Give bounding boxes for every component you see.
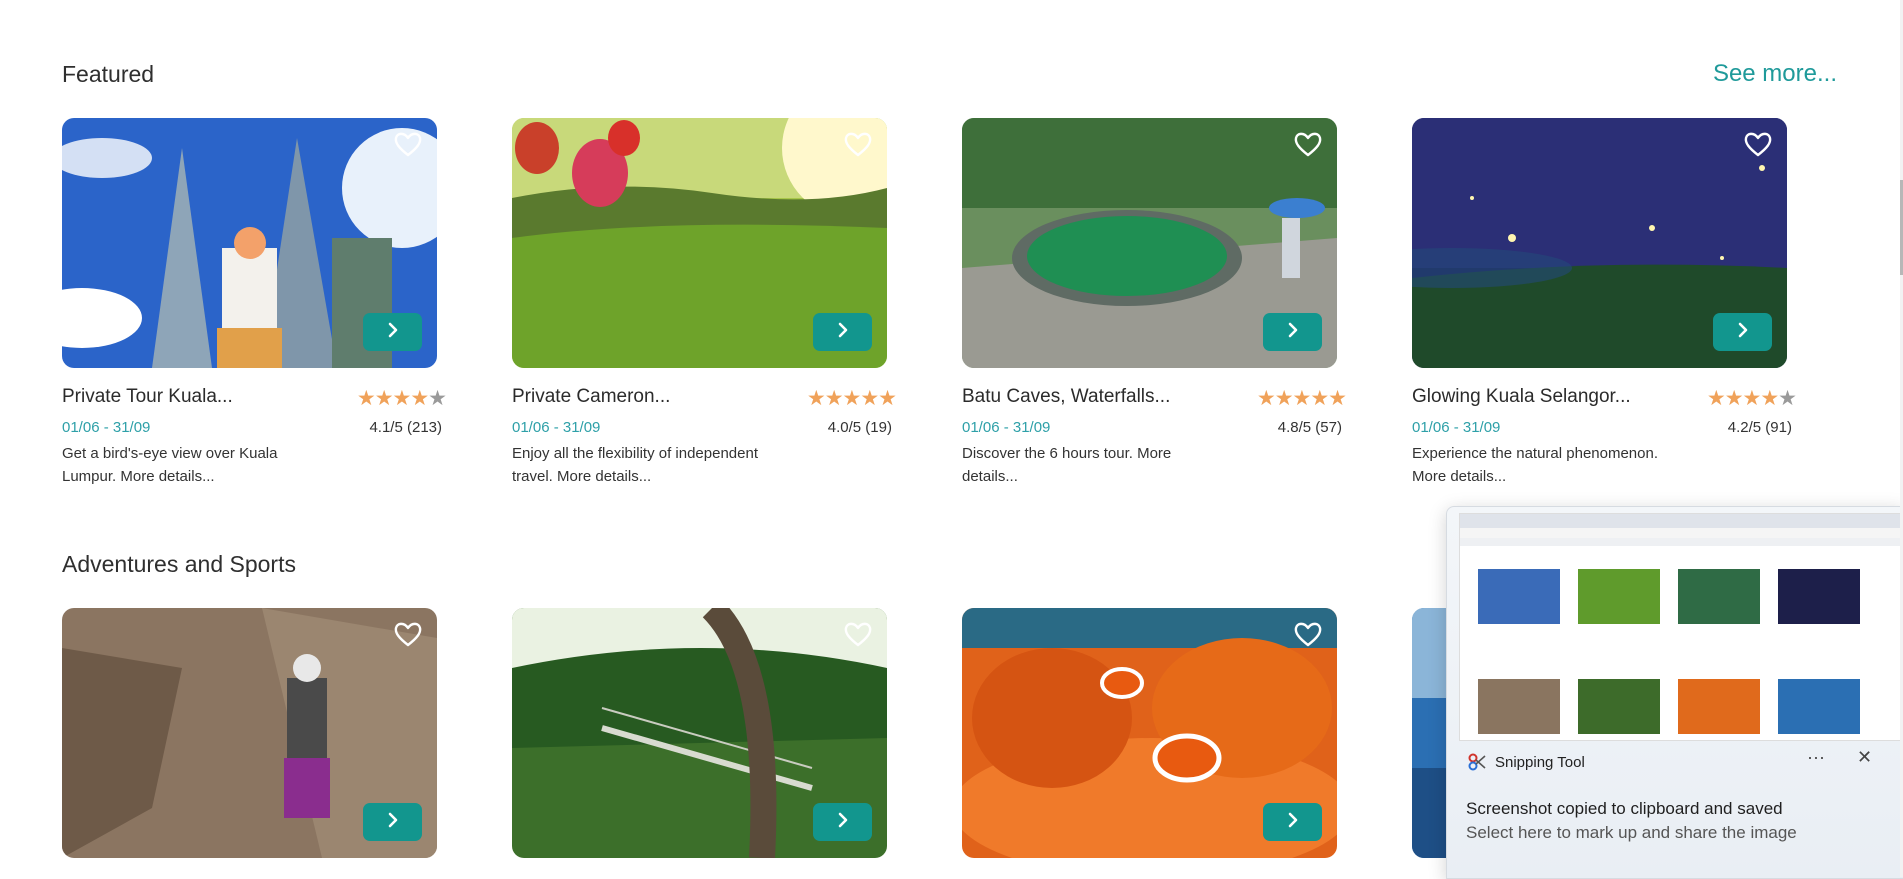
card-image[interactable]: [512, 118, 887, 368]
chevron-right-icon: [385, 322, 401, 343]
featured-card[interactable]: Glowing Kuala Selangor... ★★★★★ 01/06 - …: [1412, 118, 1797, 485]
card-dates: 01/06 - 31/09: [962, 419, 1051, 436]
card-title[interactable]: Private Cameron...: [512, 386, 670, 408]
card-image[interactable]: [1412, 118, 1787, 368]
card-image[interactable]: [62, 118, 437, 368]
star-rating: ★★★★★: [356, 387, 447, 410]
card-image[interactable]: [512, 608, 887, 858]
section-title-adventures: Adventures and Sports: [62, 551, 296, 577]
card-description[interactable]: Get a bird's-eye view over Kuala Lumpur.…: [62, 442, 322, 488]
star-rating: ★★★★★: [1256, 387, 1347, 410]
chevron-right-icon: [1285, 812, 1301, 833]
chevron-right-icon: [835, 812, 851, 833]
adventure-card[interactable]: [962, 608, 1337, 858]
featured-card[interactable]: Batu Caves, Waterfalls... ★★★★★ 01/06 - …: [962, 118, 1347, 485]
screenshot-preview[interactable]: [1459, 513, 1901, 741]
heart-icon[interactable]: [1743, 130, 1773, 158]
view-details-button[interactable]: [1263, 313, 1322, 351]
snipping-tool-icon: [1468, 753, 1486, 771]
card-image[interactable]: [962, 608, 1337, 858]
card-title[interactable]: Glowing Kuala Selangor...: [1412, 386, 1631, 408]
heart-icon[interactable]: [393, 620, 423, 648]
card-dates: 01/06 - 31/09: [512, 419, 601, 436]
chevron-right-icon: [385, 812, 401, 833]
star-rating: ★★★★★: [806, 387, 897, 410]
heart-icon[interactable]: [393, 130, 423, 158]
app-name: Snipping Tool: [1495, 754, 1585, 771]
card-image[interactable]: [62, 608, 437, 858]
card-description[interactable]: Discover the 6 hours tour. More details.…: [962, 442, 1222, 488]
view-details-button[interactable]: [1713, 313, 1772, 351]
snipping-tool-notification[interactable]: Snipping Tool ··· ✕ Screenshot copied to…: [1446, 506, 1903, 879]
chevron-right-icon: [835, 322, 851, 343]
card-title[interactable]: Private Tour Kuala...: [62, 386, 233, 408]
notification-subtext: Select here to mark up and share the ima…: [1466, 823, 1797, 842]
card-title[interactable]: Batu Caves, Waterfalls...: [962, 386, 1170, 408]
card-rating: 4.0/5 (19): [827, 419, 892, 436]
card-description[interactable]: Experience the natural phenomenon. More …: [1412, 442, 1672, 488]
view-details-button[interactable]: [1263, 803, 1322, 841]
view-details-button[interactable]: [813, 313, 872, 351]
heart-icon[interactable]: [843, 130, 873, 158]
view-details-button[interactable]: [363, 803, 422, 841]
more-options-button[interactable]: ···: [1807, 747, 1825, 768]
card-image[interactable]: [962, 118, 1337, 368]
card-rating: 4.8/5 (57): [1277, 419, 1342, 436]
star-rating: ★★★★★: [1706, 387, 1797, 410]
featured-card[interactable]: Private Cameron... ★★★★★ 01/06 - 31/09 4…: [512, 118, 897, 485]
view-details-button[interactable]: [363, 313, 422, 351]
chevron-right-icon: [1285, 322, 1301, 343]
section-title-featured: Featured: [62, 61, 155, 87]
heart-icon[interactable]: [843, 620, 873, 648]
heart-icon[interactable]: [1293, 620, 1323, 648]
view-details-button[interactable]: [813, 803, 872, 841]
chevron-right-icon: [1735, 322, 1751, 343]
card-rating: 4.2/5 (91): [1727, 419, 1792, 436]
featured-card[interactable]: Private Tour Kuala... ★★★★★ 01/06 - 31/0…: [62, 118, 447, 485]
card-dates: 01/06 - 31/09: [1412, 419, 1501, 436]
card-dates: 01/06 - 31/09: [62, 419, 151, 436]
adventure-card[interactable]: [62, 608, 437, 858]
see-more-link[interactable]: See more...: [1713, 60, 1837, 88]
heart-icon[interactable]: [1293, 130, 1323, 158]
card-description[interactable]: Enjoy all the flexibility of independent…: [512, 442, 772, 488]
adventure-card[interactable]: [512, 608, 887, 858]
close-button[interactable]: ✕: [1857, 747, 1872, 768]
card-rating: 4.1/5 (213): [369, 419, 442, 436]
notification-message: Screenshot copied to clipboard and saved: [1466, 799, 1783, 818]
